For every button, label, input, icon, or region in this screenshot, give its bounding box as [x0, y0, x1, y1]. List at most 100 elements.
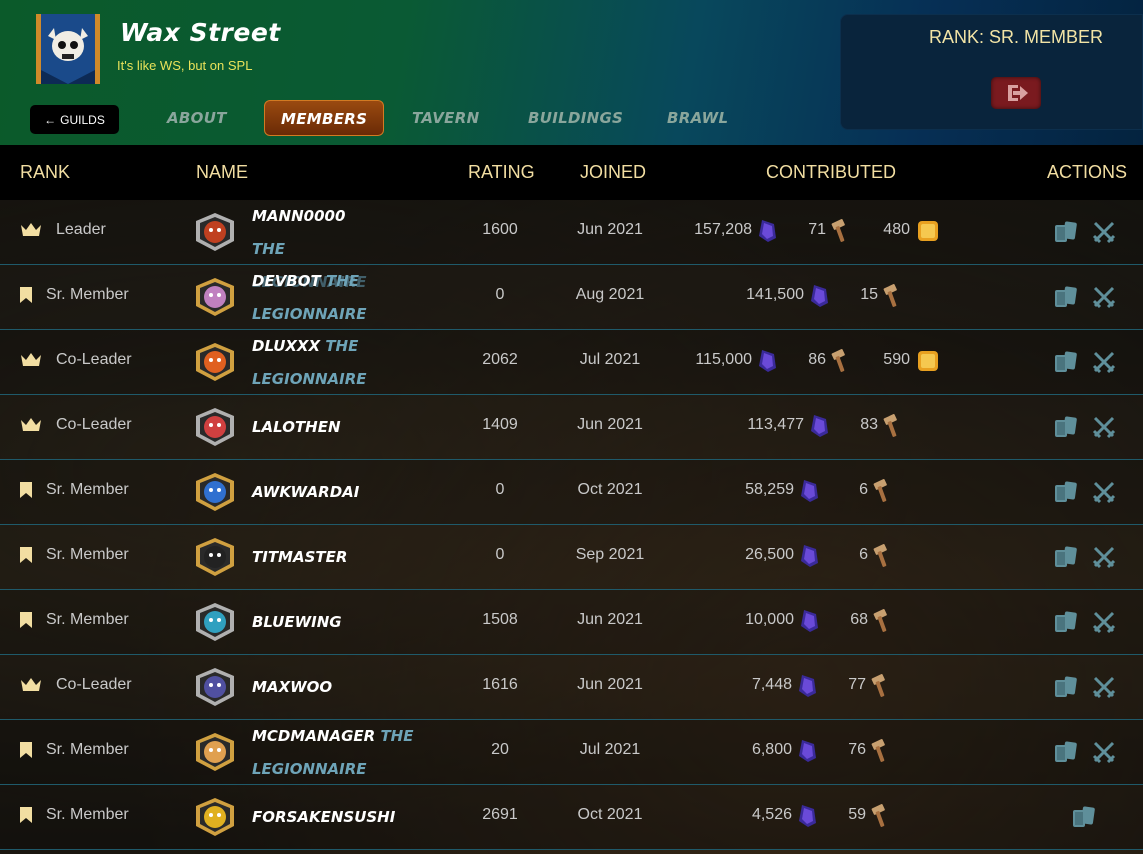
tab-members[interactable]: MEMBERS [264, 100, 385, 136]
dec-crystal-icon [799, 805, 816, 827]
view-cards-icon[interactable] [1053, 480, 1079, 504]
player-name[interactable]: DLUXXX THE LEGIONNAIRE [252, 330, 382, 396]
rank-label: Leader [56, 221, 106, 238]
rank-label: Co-Leader [56, 351, 132, 368]
table-row: Sr. Member AWKWARDAI 0 Oct 2021 6 58,259 [0, 460, 1143, 525]
rating-value: 1508 [482, 611, 518, 628]
avatar[interactable] [194, 277, 236, 317]
merits-hammer-icon [871, 804, 885, 827]
guild-motto: It's like WS, but on SPL [117, 58, 253, 73]
challenge-swords-icon[interactable] [1092, 545, 1116, 569]
challenge-swords-icon[interactable] [1092, 415, 1116, 439]
crown-icon [21, 353, 41, 366]
column-name[interactable]: NAME [196, 162, 248, 183]
view-cards-icon[interactable] [1053, 740, 1079, 764]
rating-value: 2062 [482, 351, 518, 368]
tab-about[interactable]: ABOUT [167, 107, 227, 133]
rating-value: 0 [495, 481, 505, 498]
leave-guild-button[interactable] [991, 77, 1041, 109]
challenge-swords-icon[interactable] [1092, 480, 1116, 504]
current-rank-label: RANK: SR. MEMBER [928, 27, 1104, 47]
view-cards-icon[interactable] [1053, 350, 1079, 374]
tab-tavern[interactable]: TAVERN [412, 107, 479, 133]
dec-contribution: 26,500 [745, 546, 794, 563]
view-cards-icon[interactable] [1053, 285, 1079, 309]
bookmark-icon [20, 547, 32, 563]
tab-buildings[interactable]: BUILDINGS [528, 107, 623, 133]
rating-value: 1600 [482, 221, 518, 238]
joined-date: Jul 2021 [579, 351, 641, 368]
table-row: Co-Leader DLUXXX THE LEGIONNAIRE 2062 Jul 2… [0, 330, 1143, 395]
joined-date: Jul 2021 [579, 741, 641, 758]
player-name[interactable]: TITMASTER [252, 541, 452, 574]
player-name[interactable]: DEVBOT THE LEGIONNAIRE [252, 265, 382, 331]
view-cards-icon[interactable] [1053, 415, 1079, 439]
avatar[interactable] [194, 472, 236, 512]
player-name[interactable]: MAXWOO [252, 671, 452, 704]
table-row: Sr. Member TITMASTER 0 Sep 2021 6 26,500 [0, 525, 1143, 590]
dec-crystal-icon [799, 675, 816, 697]
members-table-header: RANK NAME RATING JOINED CONTRIBUTED ACTI… [0, 145, 1143, 200]
table-row: Sr. Member FORSAKENSUSHI 2691 Oct 2021 59 4,5… [0, 785, 1143, 850]
tab-brawl[interactable]: BRAWL [667, 107, 728, 133]
avatar[interactable] [194, 667, 236, 707]
rating-value: 1616 [482, 676, 518, 693]
column-rating[interactable]: RATING [468, 162, 535, 183]
dec-crystal-icon [801, 545, 818, 567]
view-cards-icon[interactable] [1053, 610, 1079, 634]
view-cards-icon[interactable] [1053, 675, 1079, 699]
avatar[interactable] [194, 407, 236, 447]
player-name-text: DLUXXX [252, 337, 321, 355]
view-cards-icon[interactable] [1053, 220, 1079, 244]
challenge-swords-icon[interactable] [1092, 610, 1116, 634]
joined-date: Aug 2021 [575, 286, 645, 303]
back-to-guilds-button[interactable]: ← GUILDS [30, 105, 119, 134]
crown-icon [21, 223, 41, 236]
challenge-swords-icon[interactable] [1092, 740, 1116, 764]
table-row: Sr. Member BLUEWING 1508 Jun 2021 68 10,000 [0, 590, 1143, 655]
merits-hammer-icon [873, 544, 887, 567]
view-cards-icon[interactable] [1071, 805, 1097, 829]
challenge-swords-icon[interactable] [1092, 350, 1116, 374]
table-row: Leader MANN0000 THE LEGIONNAIRE 1600 Jun 20… [0, 200, 1143, 291]
challenge-swords-icon[interactable] [1092, 220, 1116, 244]
rank-label: Sr. Member [46, 286, 129, 303]
rank-label: Sr. Member [46, 546, 129, 563]
column-joined[interactable]: JOINED [580, 162, 646, 183]
rating-value: 1409 [482, 416, 518, 433]
challenge-swords-icon[interactable] [1092, 675, 1116, 699]
dec-crystal-icon [759, 350, 776, 372]
player-name[interactable]: LALOTHEN [252, 411, 452, 444]
gold-scroll-icon [918, 221, 938, 241]
crown-icon [21, 678, 41, 691]
challenge-swords-icon[interactable] [1092, 285, 1116, 309]
column-contributed[interactable]: CONTRIBUTED [766, 162, 896, 183]
player-name[interactable]: MCDMANAGER THE LEGIONNAIRE [252, 720, 422, 786]
rank-label: Sr. Member [46, 806, 129, 823]
avatar[interactable] [194, 537, 236, 577]
guild-coin-contribution: 590 [883, 351, 910, 368]
table-row: Co-Leader MAXWOO 1616 Jun 2021 77 7,448 [0, 655, 1143, 720]
dec-crystal-icon [811, 415, 828, 437]
player-name[interactable]: FORSAKENSUSHI [252, 801, 452, 834]
merits-hammer-icon [831, 349, 845, 372]
avatar[interactable] [194, 342, 236, 382]
merits-hammer-icon [873, 609, 887, 632]
rank-label: Sr. Member [46, 741, 129, 758]
avatar[interactable] [194, 212, 236, 252]
guild-coin-contribution: 480 [883, 221, 910, 238]
avatar[interactable] [194, 602, 236, 642]
column-rank[interactable]: RANK [20, 162, 70, 183]
player-name[interactable]: AWKWARDAI [252, 476, 452, 509]
player-name[interactable]: BLUEWING [252, 606, 452, 639]
avatar[interactable] [194, 732, 236, 772]
merits-contribution: 68 [850, 611, 868, 628]
exit-icon [1008, 85, 1028, 101]
gold-scroll-icon [918, 351, 938, 371]
merits-contribution: 86 [808, 351, 826, 368]
view-cards-icon[interactable] [1053, 545, 1079, 569]
dec-contribution: 7,448 [751, 676, 792, 693]
rating-value: 0 [495, 286, 505, 303]
merits-contribution: 77 [848, 676, 866, 693]
avatar[interactable] [194, 797, 236, 837]
